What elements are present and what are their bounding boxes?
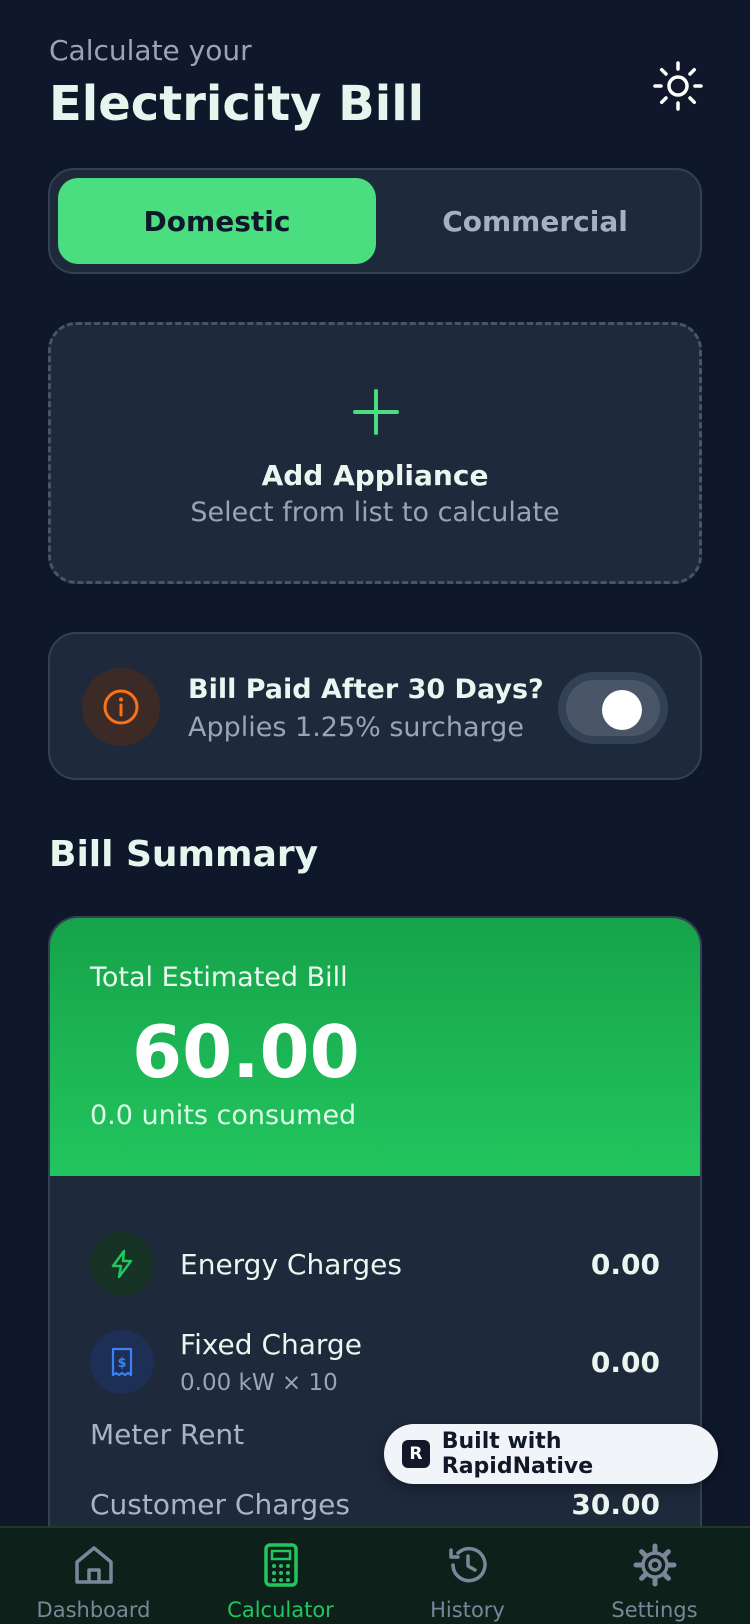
sun-icon xyxy=(653,61,703,111)
customer-charges-value: 30.00 xyxy=(571,1488,660,1521)
info-icon xyxy=(103,689,139,725)
gear-icon xyxy=(633,1543,677,1587)
add-appliance-title: Add Appliance xyxy=(261,459,489,492)
history-icon xyxy=(449,1546,487,1583)
energy-icon-container xyxy=(90,1232,154,1296)
nav-label-calculator: Calculator xyxy=(227,1598,334,1622)
bill-type-segmented-control: Domestic Commercial xyxy=(48,168,702,274)
receipt-icon: $ xyxy=(111,1347,133,1377)
fixed-charge-label: Fixed Charge xyxy=(180,1328,362,1361)
info-icon-container xyxy=(82,668,160,746)
surcharge-subtitle: Applies 1.25% surcharge xyxy=(188,712,524,743)
surcharge-title: Bill Paid After 30 Days? xyxy=(188,674,544,705)
add-appliance-card[interactable]: Add Appliance Select from list to calcul… xyxy=(48,322,702,584)
customer-charges-label: Customer Charges xyxy=(90,1488,350,1521)
svg-text:$: $ xyxy=(117,1356,126,1371)
energy-charges-label: Energy Charges xyxy=(180,1248,402,1281)
total-label: Total Estimated Bill xyxy=(90,962,348,993)
built-with-badge[interactable]: R Built with RapidNative xyxy=(384,1424,718,1484)
total-bill-panel: Total Estimated Bill 60.00 0.0 units con… xyxy=(50,918,700,1176)
bottom-navigation: Dashboard Calculator History Settings xyxy=(0,1526,750,1624)
total-value: 60.00 xyxy=(132,1010,360,1094)
fixed-charge-icon-container: $ xyxy=(90,1330,154,1394)
toggle-knob xyxy=(602,690,642,730)
add-appliance-subtitle: Select from list to calculate xyxy=(190,497,560,528)
home-icon xyxy=(75,1546,113,1584)
nav-item-history[interactable]: History xyxy=(374,1528,561,1624)
nav-item-calculator[interactable]: Calculator xyxy=(187,1528,374,1624)
theme-toggle-button[interactable] xyxy=(652,60,704,112)
nav-label-settings: Settings xyxy=(611,1598,698,1622)
badge-text: Built with RapidNative xyxy=(441,1429,594,1479)
page-title: Electricity Bill xyxy=(49,76,425,132)
surcharge-toggle[interactable] xyxy=(558,672,668,744)
units-consumed: 0.0 units consumed xyxy=(90,1100,357,1131)
tab-domestic[interactable]: Domestic xyxy=(58,178,376,264)
header-subtitle: Calculate your xyxy=(49,34,252,67)
nav-label-history: History xyxy=(430,1598,505,1622)
nav-label-dashboard: Dashboard xyxy=(36,1598,151,1622)
late-payment-card: Bill Paid After 30 Days? Applies 1.25% s… xyxy=(48,632,702,780)
nav-item-settings[interactable]: Settings xyxy=(561,1528,748,1624)
nav-item-dashboard[interactable]: Dashboard xyxy=(0,1528,187,1624)
fixed-charge-detail: 0.00 kW × 10 xyxy=(180,1370,338,1396)
meter-rent-label: Meter Rent xyxy=(90,1418,245,1451)
tab-commercial[interactable]: Commercial xyxy=(376,178,694,264)
calculator-screen: Calculate your Electricity Bill Domestic… xyxy=(0,0,750,1624)
rapidnative-logo-icon: R xyxy=(402,1440,430,1468)
energy-charges-value: 0.00 xyxy=(590,1248,660,1281)
bill-summary-heading: Bill Summary xyxy=(49,834,319,875)
bolt-icon xyxy=(111,1249,133,1279)
plus-icon xyxy=(353,389,399,435)
bill-summary-card: Total Estimated Bill 60.00 0.0 units con… xyxy=(48,916,702,1624)
calculator-icon xyxy=(264,1543,298,1587)
toggle-track xyxy=(566,680,660,736)
fixed-charge-value: 0.00 xyxy=(590,1346,660,1379)
